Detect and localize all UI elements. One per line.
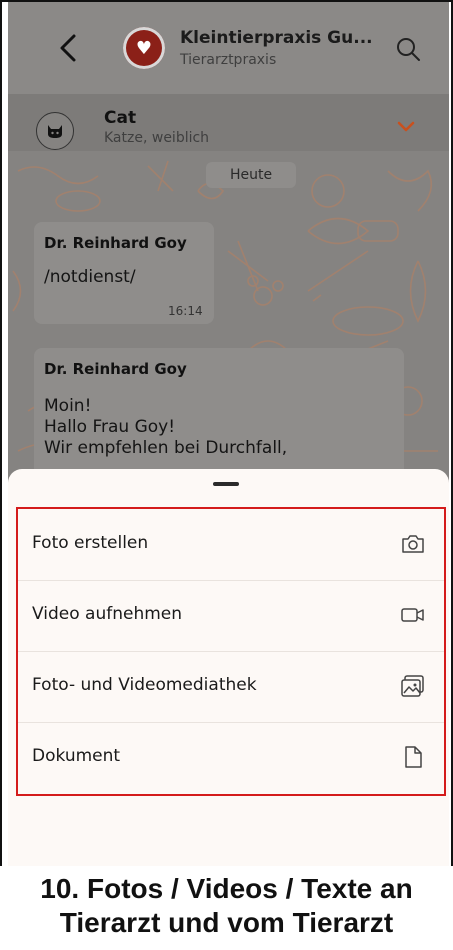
message-sender: Dr. Reinhard Goy	[44, 360, 187, 378]
date-separator: Heute	[206, 162, 296, 188]
attachment-options-highlight: Foto erstellen Video aufnehmen Foto- und…	[16, 507, 446, 796]
option-media-library[interactable]: Foto- und Videomediathek	[18, 651, 444, 723]
back-icon[interactable]	[56, 30, 80, 66]
photo-library-icon	[401, 675, 424, 697]
practice-subtitle: Tierarztpraxis	[180, 52, 277, 68]
message-time: 16:14	[168, 304, 203, 318]
option-record-video[interactable]: Video aufnehmen	[18, 580, 444, 652]
message-text: Moin! Hallo Frau Goy! Wir empfehlen bei …	[44, 396, 288, 458]
caption-line-1: 10. Fotos / Videos / Texte an	[40, 873, 413, 904]
sheet-drag-handle[interactable]	[213, 482, 239, 486]
option-take-photo[interactable]: Foto erstellen	[18, 509, 444, 581]
camera-icon	[402, 535, 424, 553]
pet-name: Cat	[104, 108, 137, 128]
message-sender: Dr. Reinhard Goy	[44, 234, 187, 252]
option-label: Dokument	[32, 746, 121, 766]
option-document[interactable]: Dokument	[18, 722, 444, 793]
search-icon[interactable]	[394, 35, 422, 63]
document-icon	[405, 746, 422, 768]
pet-selector[interactable]	[8, 94, 449, 151]
chevron-down-icon[interactable]	[396, 117, 416, 137]
video-camera-icon	[401, 608, 424, 622]
cat-icon	[48, 125, 62, 138]
message-text: /notdienst/	[44, 267, 136, 287]
option-label: Foto- und Videomediathek	[32, 675, 257, 695]
option-label: Foto erstellen	[32, 533, 149, 553]
caption-line-2: Tierarzt und vom Tierarzt	[59, 907, 394, 938]
practice-title[interactable]: Kleintierpraxis Gu...	[180, 28, 373, 48]
phone-frame: ♥ Kleintierpraxis Gu... Tierarztpraxis C…	[0, 0, 453, 866]
slide-caption: 10. Fotos / Videos / Texte an Tierarzt u…	[0, 872, 453, 940]
option-label: Video aufnehmen	[32, 604, 183, 624]
pet-description: Katze, weiblich	[104, 130, 210, 146]
practice-logo: ♥	[123, 27, 165, 69]
pet-avatar	[36, 112, 74, 150]
